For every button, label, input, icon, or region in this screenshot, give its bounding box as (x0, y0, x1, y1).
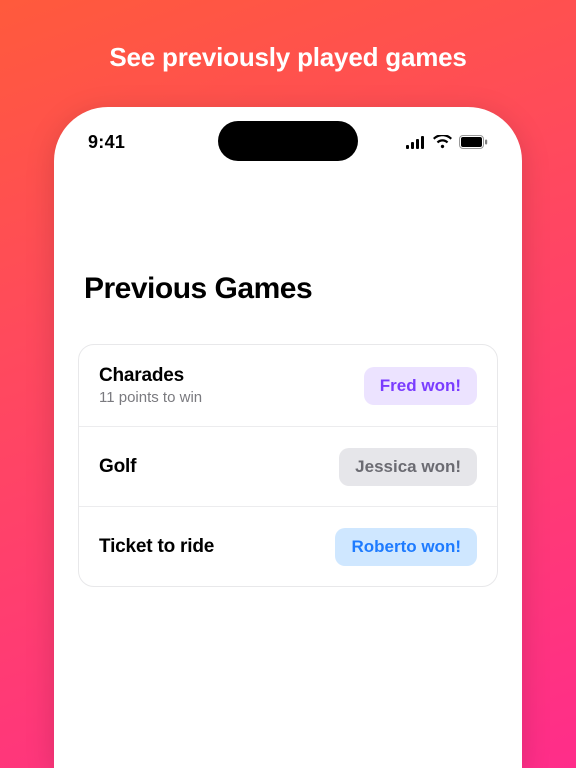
game-subtitle: 11 points to win (99, 389, 202, 406)
page-title: Previous Games (54, 272, 522, 306)
winner-badge: Roberto won! (335, 528, 477, 566)
game-name: Golf (99, 456, 136, 478)
list-item[interactable]: Ticket to ride Roberto won! (79, 506, 497, 586)
list-item[interactable]: Golf Jessica won! (79, 426, 497, 506)
game-name: Charades (99, 365, 202, 387)
hero-title: See previously played games (109, 42, 466, 73)
winner-badge: Fred won! (364, 367, 477, 405)
screen-content: Previous Games Charades 11 points to win… (54, 107, 522, 768)
previous-games-card: Charades 11 points to win Fred won! Golf… (78, 344, 498, 587)
phone-frame: 9:41 Previous Games Charades 11 points t… (54, 107, 522, 768)
game-name: Ticket to ride (99, 536, 214, 558)
list-item[interactable]: Charades 11 points to win Fred won! (79, 345, 497, 426)
winner-badge: Jessica won! (339, 448, 477, 486)
